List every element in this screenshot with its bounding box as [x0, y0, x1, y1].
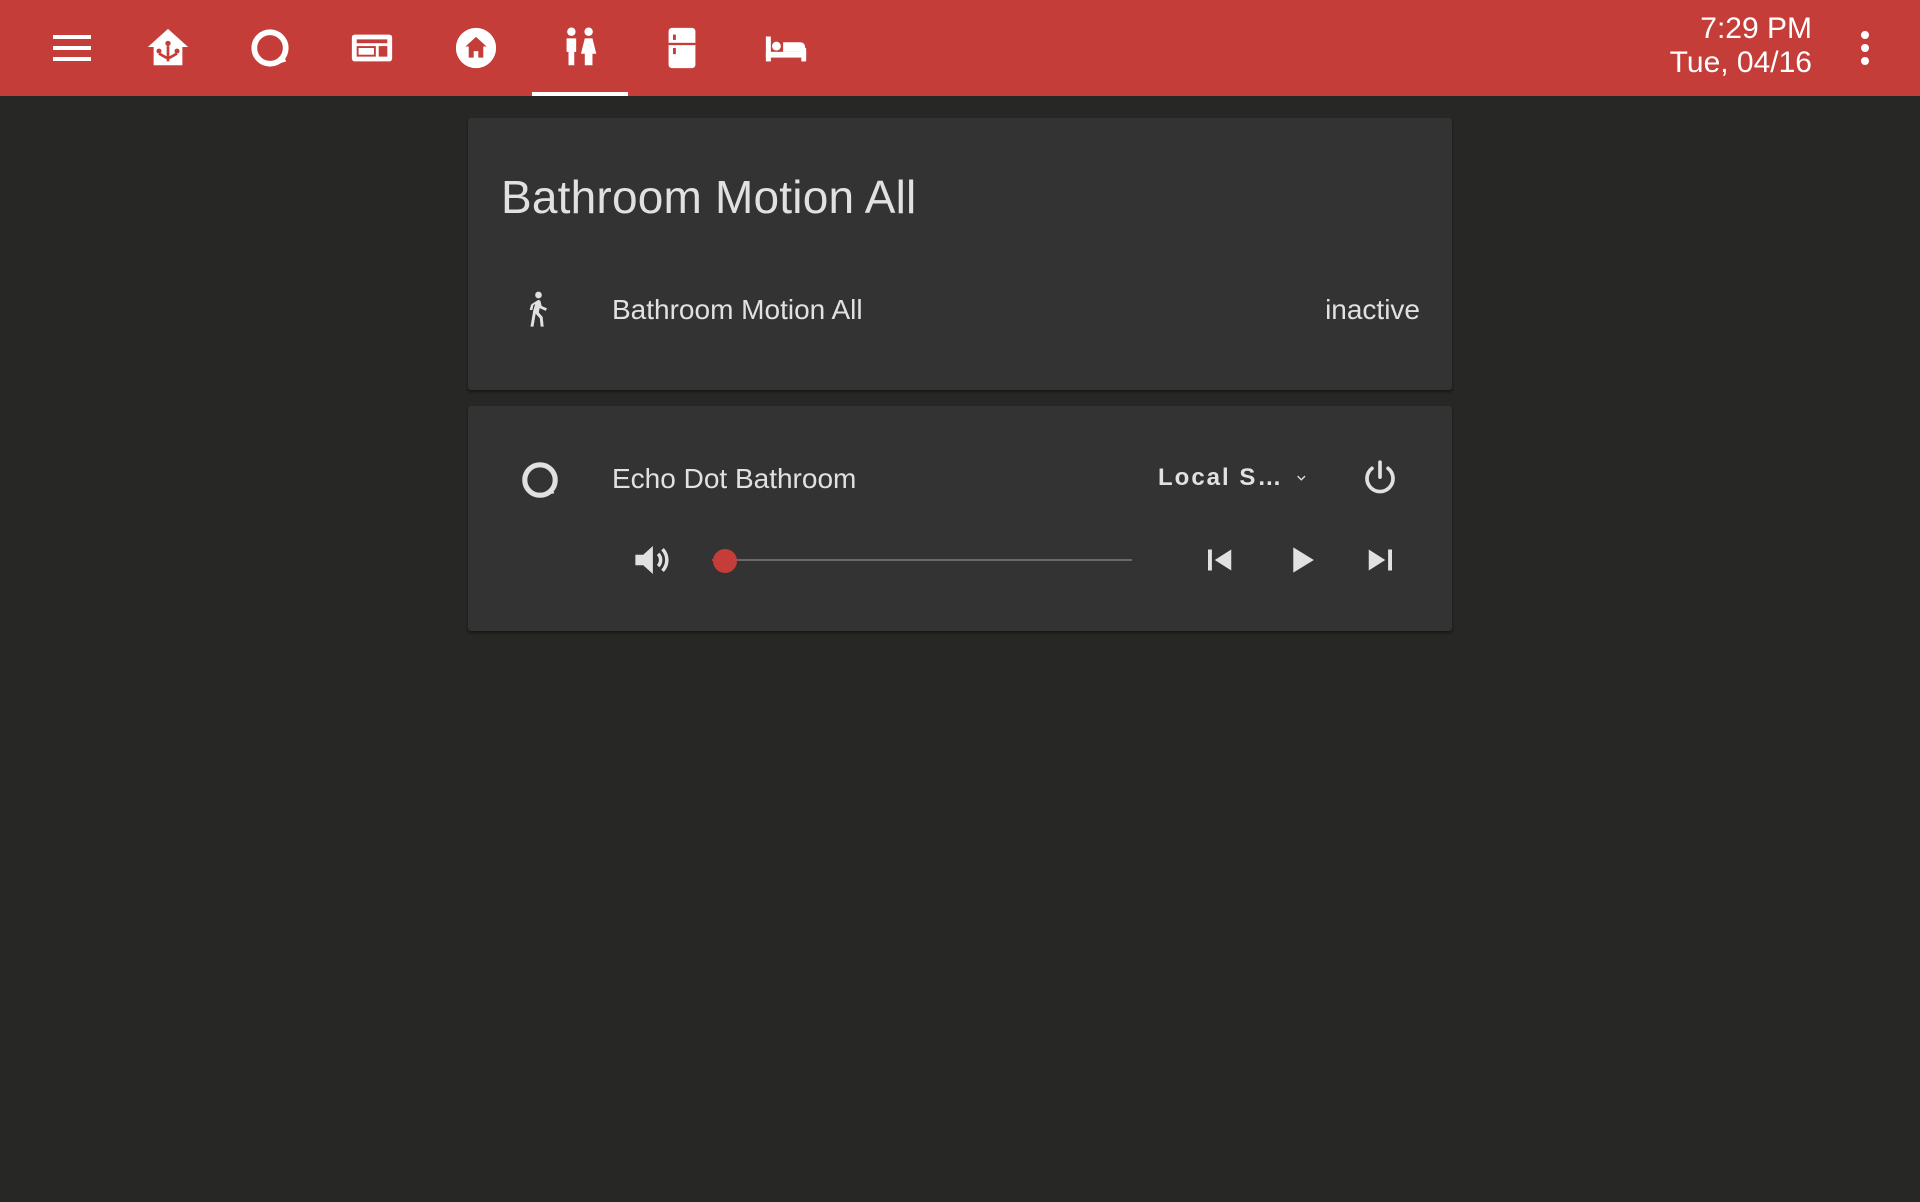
tab-bathroom[interactable] [532, 0, 628, 96]
entity-name: Bathroom Motion All [612, 294, 863, 325]
tab-kitchen[interactable] [634, 0, 730, 96]
card-title: Bathroom Motion All [501, 171, 917, 223]
play-icon [1293, 547, 1314, 573]
skip-previous-icon [1208, 549, 1232, 571]
fridge-icon [668, 27, 696, 69]
source-select[interactable]: Local S… [1158, 458, 1308, 498]
entity-state: inactive [1325, 294, 1420, 325]
hamburger-menu-icon[interactable] [42, 24, 102, 72]
amazon-alexa-icon [251, 29, 289, 67]
chevron-down-icon [1297, 475, 1306, 481]
volume-high-icon [635, 546, 669, 574]
walking-person-icon [529, 291, 547, 327]
slider-knob[interactable] [712, 549, 737, 573]
entities-card: Bathroom Motion All Bathroom Motion All … [468, 118, 1452, 390]
top-bar: 7:29 PM Tue, 04/16 [0, 0, 1920, 96]
clock-time: 7:29 PM [1700, 12, 1812, 45]
tab-home-assistant[interactable] [120, 0, 216, 96]
next-track-button[interactable] [1356, 536, 1404, 584]
slider-track [712, 559, 1132, 561]
bed-icon [765, 36, 807, 62]
tab-media[interactable] [324, 0, 420, 96]
previous-track-button[interactable] [1196, 536, 1244, 584]
power-button[interactable] [1356, 454, 1404, 502]
tab-bedroom[interactable] [738, 0, 834, 96]
clock: 7:29 PM Tue, 04/16 [1670, 12, 1812, 80]
volume-slider[interactable] [712, 544, 1132, 576]
alexa-ring-icon [522, 462, 558, 498]
dots-vertical-icon[interactable] [1850, 24, 1880, 72]
media-player-name: Echo Dot Bathroom [612, 463, 857, 494]
home-assistant-icon [147, 28, 189, 66]
entity-row[interactable]: Bathroom Motion All inactive [468, 274, 1452, 344]
volume-button[interactable] [628, 536, 676, 584]
source-selected-value: Local S… [1158, 464, 1284, 491]
media-player-card: Echo Dot Bathroom Local S… [468, 406, 1452, 631]
tab-home[interactable] [428, 0, 524, 96]
skip-next-icon [1368, 549, 1392, 571]
home-circle-icon [455, 27, 497, 69]
power-icon [1365, 460, 1395, 494]
clock-date: Tue, 04/16 [1669, 46, 1812, 79]
app-root: 7:29 PM Tue, 04/16 Bathroom Motion All B… [0, 0, 1920, 1202]
tab-alexa[interactable] [222, 0, 318, 96]
play-button[interactable] [1278, 536, 1326, 584]
human-male-female-icon [566, 27, 597, 66]
media-player-icon [351, 34, 393, 62]
